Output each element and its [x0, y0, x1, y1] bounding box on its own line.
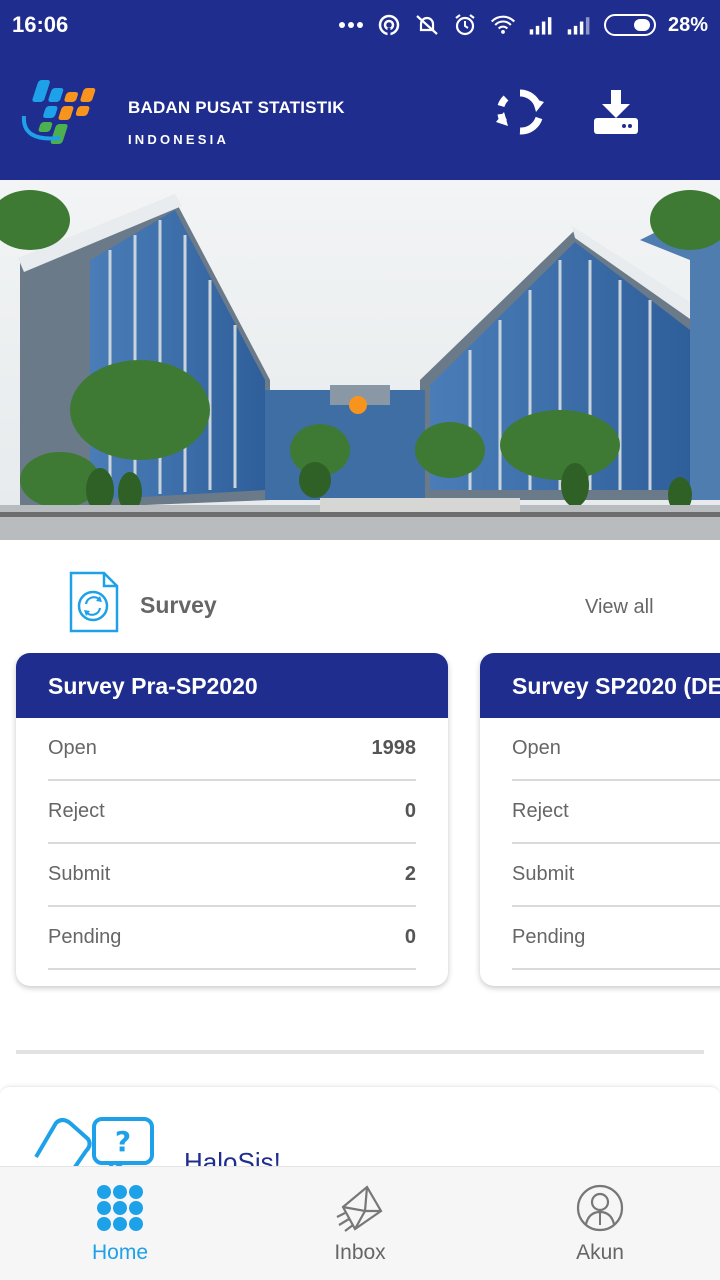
nav-label: Akun [576, 1241, 624, 1264]
muted-bell-icon [414, 14, 440, 36]
battery-icon [603, 14, 656, 36]
stat-label: Submit [512, 863, 575, 885]
survey-section-header: Survey View all [0, 570, 720, 640]
survey-stat-row-open: Open [512, 718, 720, 781]
section-divider [16, 1050, 704, 1054]
mail-icon [336, 1185, 383, 1232]
survey-stat-row-pending: Pending 0 [48, 907, 416, 970]
signal-icon [566, 14, 592, 36]
download-button[interactable] [590, 86, 642, 138]
stat-value: 2 [404, 863, 416, 885]
stat-label: Pending [48, 926, 122, 948]
stat-value: 1998 [371, 737, 417, 759]
view-all-link[interactable]: View all [585, 596, 654, 619]
download-icon [594, 90, 638, 134]
sync-icon [496, 89, 544, 135]
stat-label: Reject [512, 800, 569, 822]
survey-card-title: Survey Pra-SP2020 [16, 653, 448, 718]
nav-label: Home [91, 1241, 149, 1264]
survey-stat-row-pending: Pending [512, 907, 720, 970]
status-bar: 16:06 28% [0, 0, 720, 50]
bps-logo-icon [21, 80, 96, 144]
app-header: BADAN PUSAT STATISTIK INDONESIA [0, 50, 720, 180]
stat-value: 0 [404, 926, 416, 948]
user-icon [576, 1184, 624, 1232]
sync-button[interactable] [494, 86, 546, 138]
more-dots-icon [338, 14, 364, 36]
survey-card[interactable]: Survey SP2020 (DE Open Reject Submit Pen… [480, 653, 720, 986]
nav-label: Inbox [334, 1241, 386, 1264]
stat-label: Submit [48, 863, 111, 885]
stat-label: Open [48, 737, 97, 759]
svg-text:?: ? [115, 1125, 131, 1158]
survey-stat-row-open: Open 1998 [48, 718, 416, 781]
survey-card[interactable]: Survey Pra-SP2020 Open 1998 Reject 0 Sub… [16, 653, 448, 986]
grid-icon [97, 1185, 143, 1231]
survey-stat-row-reject: Reject 0 [48, 781, 416, 844]
status-time: 16:06 [12, 12, 69, 37]
hero-image [0, 180, 720, 540]
hotspot-icon [376, 14, 402, 36]
survey-document-icon [69, 571, 119, 633]
stat-label: Reject [48, 800, 105, 822]
survey-cards-carousel[interactable]: Survey Pra-SP2020 Open 1998 Reject 0 Sub… [0, 653, 720, 993]
stat-label: Open [512, 737, 561, 759]
stat-value: 0 [404, 800, 416, 822]
alarm-icon [452, 14, 478, 36]
survey-stat-row-submit: Submit 2 [48, 844, 416, 907]
bottom-navigation: Home Inbox Akun [0, 1166, 720, 1280]
survey-stat-row-reject: Reject [512, 781, 720, 844]
brand-title: BADAN PUSAT STATISTIK [128, 98, 345, 117]
status-icons: 28% [338, 14, 708, 37]
survey-section-title: Survey [140, 592, 217, 618]
battery-level: 28% [667, 13, 708, 36]
wifi-icon [490, 14, 516, 36]
brand-subtitle: INDONESIA [128, 132, 230, 147]
nav-home[interactable]: Home [0, 1167, 240, 1280]
survey-stat-row-submit: Submit [512, 844, 720, 907]
signal-icon [528, 14, 554, 36]
survey-card-title: Survey SP2020 (DE [480, 653, 720, 718]
stat-label: Pending [512, 926, 586, 948]
nav-inbox[interactable]: Inbox [240, 1167, 480, 1280]
nav-akun[interactable]: Akun [480, 1167, 720, 1280]
